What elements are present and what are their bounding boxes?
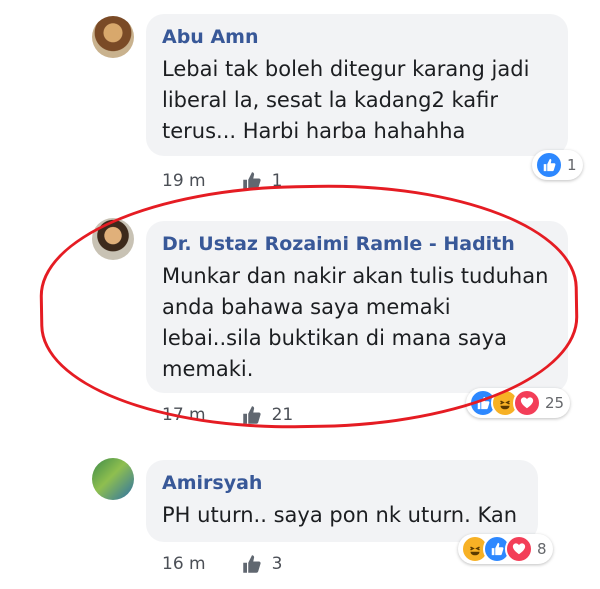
comment-author[interactable]: Abu Amn <box>162 24 552 50</box>
reaction-summary[interactable]: 1 <box>532 150 583 180</box>
reaction-count: 25 <box>545 394 565 412</box>
love-icon <box>513 389 541 417</box>
highlight-circle <box>37 180 581 433</box>
comment-time[interactable]: 16 m <box>162 554 206 574</box>
reaction-count: 1 <box>567 156 577 174</box>
avatar[interactable] <box>92 458 134 500</box>
thumbs-up-icon[interactable] <box>242 554 262 574</box>
avatar[interactable] <box>92 16 134 58</box>
comment-text: Lebai tak boleh ditegur karang jadi libe… <box>162 57 530 143</box>
like-count: 3 <box>271 554 283 574</box>
comment-author[interactable]: Amirsyah <box>162 470 522 496</box>
reaction-count: 8 <box>537 540 547 558</box>
comment-text: PH uturn.. saya pon nk uturn. Kan <box>162 503 518 527</box>
love-icon <box>505 535 533 563</box>
comment-bubble: Amirsyah PH uturn.. saya pon nk uturn. K… <box>146 460 538 542</box>
reaction-summary[interactable]: 8 <box>458 534 553 564</box>
comment-meta: 16 m 3 <box>162 553 282 575</box>
comment-bubble: Abu Amn Lebai tak boleh ditegur karang j… <box>146 14 568 156</box>
like-icon <box>535 151 563 179</box>
comment-time[interactable]: 19 m <box>162 171 206 191</box>
